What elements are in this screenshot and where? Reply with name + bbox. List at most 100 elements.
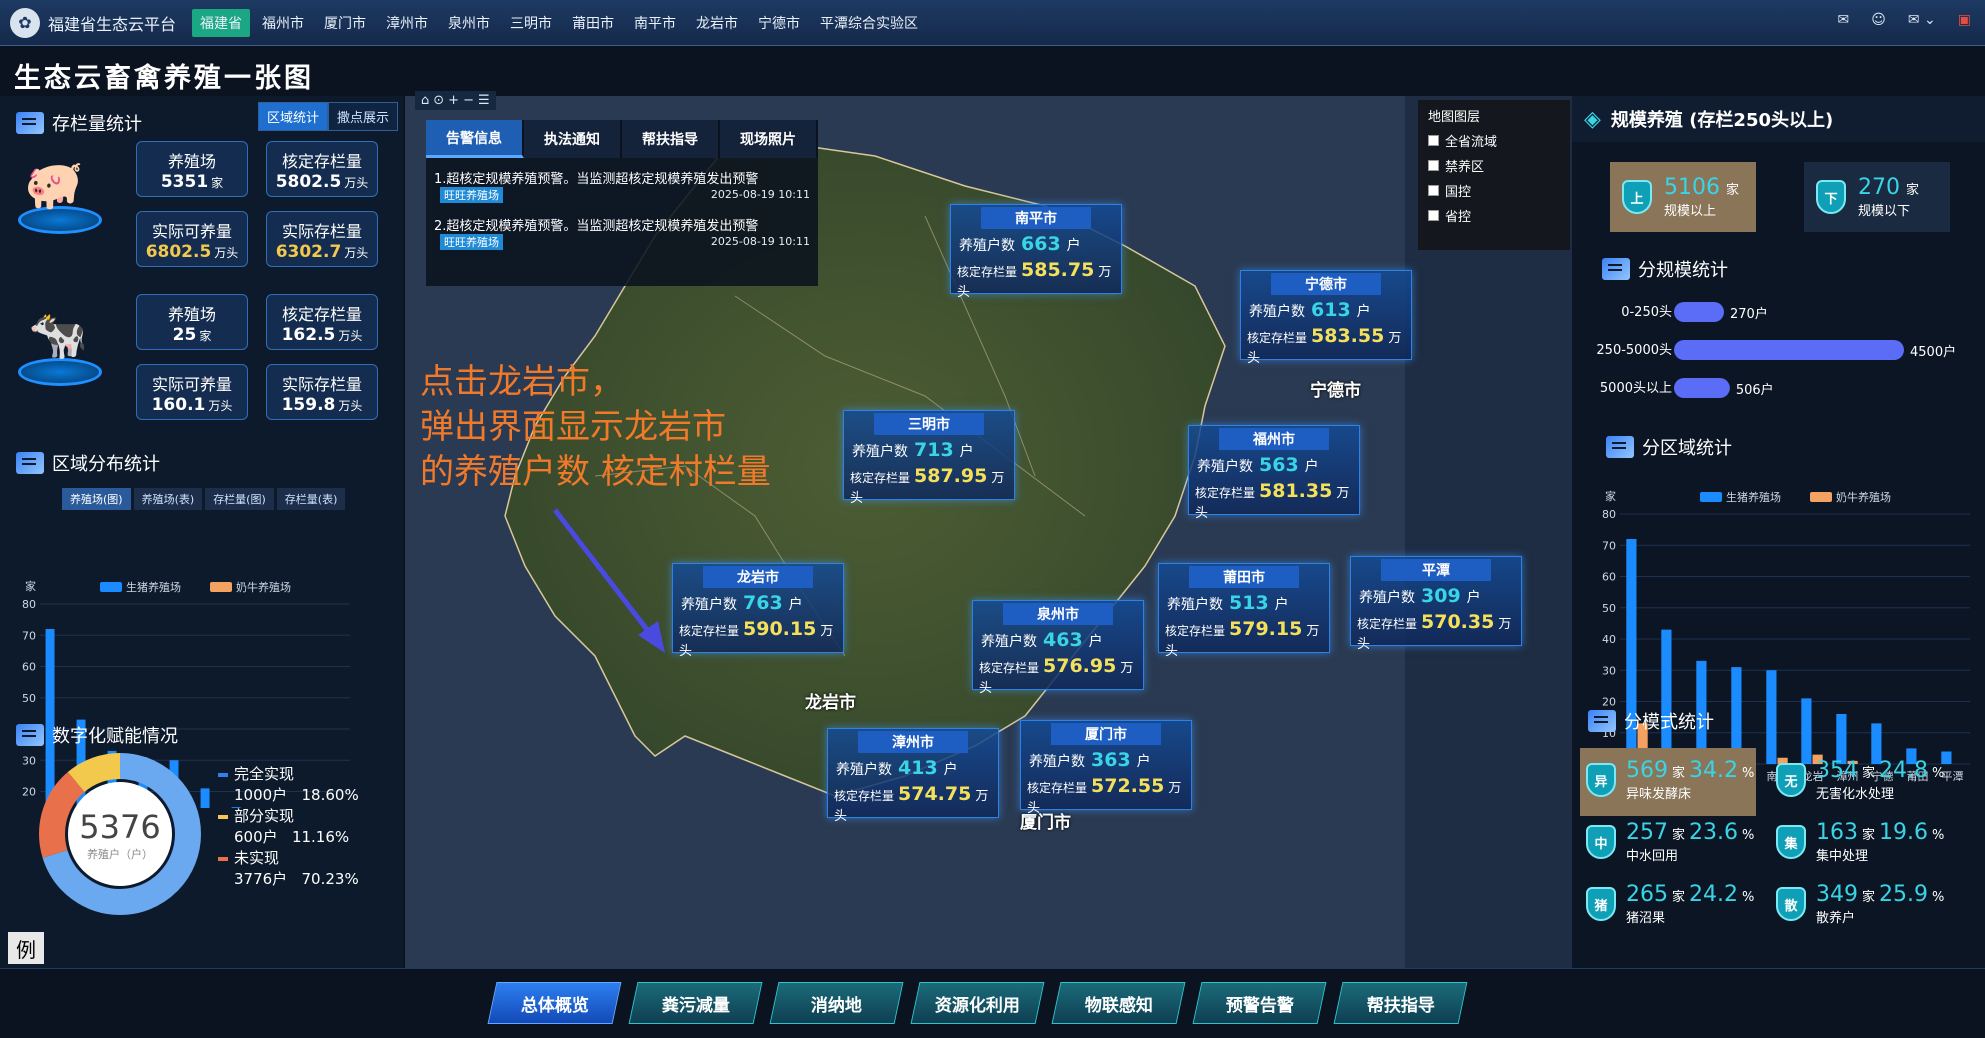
city-card[interactable]: 南平市 养殖户数 663 户核定存栏量 585.75 万头 xyxy=(950,204,1122,300)
city-card-name: 福州市 xyxy=(1219,428,1329,450)
city-tab[interactable]: 泉州市 xyxy=(440,9,498,37)
map-label-ningde[interactable]: 宁德市 xyxy=(1310,376,1361,401)
city-tab[interactable]: 福州市 xyxy=(254,9,312,37)
bottom-tab[interactable]: 消纳地 xyxy=(769,982,904,1024)
scale-bar-value: 270户 xyxy=(1730,306,1768,322)
alert-item[interactable]: 2.超核定规模养殖预警。当监测超核定规模养殖发出预警 旺旺养殖场 2025-08… xyxy=(426,213,818,260)
y-tick-label: 20 xyxy=(1602,696,1616,709)
city-card-stock: 核定存栏量 585.75 万头 xyxy=(957,259,1112,300)
cow-approved-stat: 核定存栏量 162.5 万头 xyxy=(266,294,378,350)
alert-tag[interactable]: 旺旺养殖场 xyxy=(440,187,503,203)
city-card[interactable]: 漳州市 养殖户数 413 户核定存栏量 574.75 万头 xyxy=(827,728,999,824)
bottom-tab[interactable]: 粪污减量 xyxy=(628,982,763,1024)
tab-farms-table[interactable]: 养殖场(表) xyxy=(133,488,203,510)
message-icon[interactable]: ✉ xyxy=(1838,12,1850,28)
layer-panel: 地图图层 全省流域 禁养区 国控 省控 xyxy=(1418,100,1570,250)
cow-capacity-stat: 实际可养量 160.1 万头 xyxy=(136,364,248,420)
mode-item[interactable]: 散 349 家 25.9% 散养户 xyxy=(1772,882,1948,926)
city-tab[interactable]: 莆田市 xyxy=(564,9,622,37)
mode-item[interactable]: 中 257 家 23.6% 中水回用 xyxy=(1582,820,1758,864)
bottom-tab[interactable]: 总体概览 xyxy=(487,982,622,1024)
scale-bar-label: 5000头以上 xyxy=(1600,381,1672,396)
tab-stock-chart[interactable]: 存栏量(图) xyxy=(205,488,274,510)
region-section-header: 区域分布统计 xyxy=(16,450,160,476)
city-tab[interactable]: 平潭综合实验区 xyxy=(812,9,926,37)
section-icon xyxy=(16,452,44,474)
city-card[interactable]: 福州市 养殖户数 563 户核定存栏量 581.35 万头 xyxy=(1188,425,1360,521)
city-card[interactable]: 三明市 养殖户数 713 户核定存栏量 587.95 万头 xyxy=(843,410,1015,506)
city-card[interactable]: 宁德市 养殖户数 613 户核定存栏量 583.55 万头 xyxy=(1240,270,1412,366)
user-icon[interactable]: ☺ xyxy=(1871,12,1886,28)
city-tab[interactable]: 漳州市 xyxy=(378,9,436,37)
shield-icon: 上 xyxy=(1622,180,1652,214)
cow-farms-stat: 养殖场 25 家 xyxy=(136,294,248,350)
section-title: 存栏量统计 xyxy=(52,114,142,135)
city-tab[interactable]: 龙岩市 xyxy=(688,9,746,37)
mode-item[interactable]: 异 569 家 34.2% 异味发酵床 xyxy=(1582,758,1758,802)
alert-date: 2025-08-19 10:11 xyxy=(710,235,810,248)
city-card-stock: 核定存栏量 579.15 万头 xyxy=(1165,618,1320,659)
right-region-bar-chart: 家生猪养殖场奶牛养殖场01020304050607080福州厦门泉州三明南平龙岩… xyxy=(1602,489,1970,783)
city-card[interactable]: 莆田市 养殖户数 513 户核定存栏量 579.15 万头 xyxy=(1158,563,1330,659)
layer-item[interactable]: 省控 xyxy=(1428,206,1560,225)
city-tab[interactable]: 三明市 xyxy=(502,9,560,37)
tab-region-stats[interactable]: 区域统计 xyxy=(258,102,329,131)
shield-icon: 无 xyxy=(1776,763,1806,797)
donut-legend: 完全实现 1000户 18.60% 部分实现 600户 11.16% 未实现 3776户 … xyxy=(218,764,359,890)
city-card-stock: 核定存栏量 590.15 万头 xyxy=(679,618,834,659)
zoom-in-icon[interactable]: + xyxy=(448,93,459,108)
y-axis-label: 家 xyxy=(25,579,36,593)
checkbox[interactable] xyxy=(1428,210,1439,221)
alert-tag[interactable]: 旺旺养殖场 xyxy=(440,234,503,250)
list-icon[interactable]: ☰ xyxy=(478,93,490,108)
mode-item[interactable]: 集 163 家 19.6% 集中处理 xyxy=(1772,820,1948,864)
tab-point-display[interactable]: 撒点展示 xyxy=(328,102,399,131)
scale-stats-header: 分规模统计 xyxy=(1602,256,1728,282)
bar-pig xyxy=(1801,698,1812,764)
bar-pig xyxy=(1661,629,1672,764)
legend-label: 生猪养殖场 xyxy=(126,580,181,594)
tab-enforcement[interactable]: 执法通知 xyxy=(524,120,622,158)
right-panel: ◈ 规模养殖 (存栏250头以上) 上 5106 家规模以上 下 270 家规模以下… xyxy=(1572,96,1985,968)
bottom-tab[interactable]: 帮扶指导 xyxy=(1333,982,1468,1024)
bottom-nav: 总体概览 粪污减量 消纳地 资源化利用 物联感知 预警告警 帮扶指导 xyxy=(0,968,1985,1038)
layer-item[interactable]: 国控 xyxy=(1428,181,1560,200)
checkbox[interactable] xyxy=(1428,185,1439,196)
tab-alert-info[interactable]: 告警信息 xyxy=(426,120,524,158)
bottom-tab[interactable]: 预警告警 xyxy=(1192,982,1327,1024)
checkbox[interactable] xyxy=(1428,135,1439,146)
city-tab[interactable]: 宁德市 xyxy=(750,9,808,37)
city-card[interactable]: 平潭 养殖户数 309 户核定存栏量 570.35 万头 xyxy=(1350,556,1522,652)
bottom-tab[interactable]: 资源化利用 xyxy=(910,982,1045,1024)
map-label-longyan[interactable]: 龙岩市 xyxy=(805,688,856,713)
legend-button[interactable]: 例 xyxy=(8,932,44,964)
donut-total-label: 养殖户（户） xyxy=(87,848,153,861)
city-card[interactable]: 龙岩市 养殖户数 763 户核定存栏量 590.15 万头 xyxy=(672,563,844,659)
city-card[interactable]: 厦门市 养殖户数 363 户核定存栏量 572.55 万头 xyxy=(1020,720,1192,816)
locate-icon[interactable]: ⊙ xyxy=(433,93,444,108)
legend-swatch xyxy=(1700,492,1722,502)
tab-guidance[interactable]: 帮扶指导 xyxy=(622,120,720,158)
scale-bar-chart: 0-250头 270户 250-5000头 4500户 5000头以上 506户 xyxy=(1596,302,1956,398)
alert-item[interactable]: 1.超核定规模养殖预警。当监测超核定规模养殖发出预警 旺旺养殖场 2025-08… xyxy=(426,166,818,213)
notification-icon[interactable]: ▣ xyxy=(1958,12,1971,28)
zoom-out-icon[interactable]: − xyxy=(463,93,474,108)
mode-item[interactable]: 无 354 家 24.8% 无害化水处理 xyxy=(1772,758,1948,802)
city-tab[interactable]: 南平市 xyxy=(626,9,684,37)
city-tab[interactable]: 厦门市 xyxy=(316,9,374,37)
city-card[interactable]: 泉州市 养殖户数 463 户核定存栏量 576.95 万头 xyxy=(972,600,1144,696)
bottom-tab[interactable]: 物联感知 xyxy=(1051,982,1186,1024)
layer-item[interactable]: 全省流域 xyxy=(1428,131,1560,150)
y-tick-label: 30 xyxy=(1602,664,1616,677)
mail-dropdown-icon[interactable]: ✉ ⌄ xyxy=(1908,12,1936,28)
checkbox[interactable] xyxy=(1428,160,1439,171)
city-tab[interactable]: 福建省 xyxy=(192,8,251,37)
home-icon[interactable]: ⌂ xyxy=(421,93,429,108)
shield-icon: 散 xyxy=(1776,887,1806,921)
section-icon xyxy=(16,112,44,134)
tab-farms-chart[interactable]: 养殖场(图) xyxy=(62,488,131,510)
tab-stock-table[interactable]: 存栏量(表) xyxy=(276,488,346,510)
layer-item[interactable]: 禁养区 xyxy=(1428,156,1560,175)
tab-site-photos[interactable]: 现场照片 xyxy=(720,120,818,158)
mode-item[interactable]: 猪 265 家 24.2% 猪沼果 xyxy=(1582,882,1758,926)
